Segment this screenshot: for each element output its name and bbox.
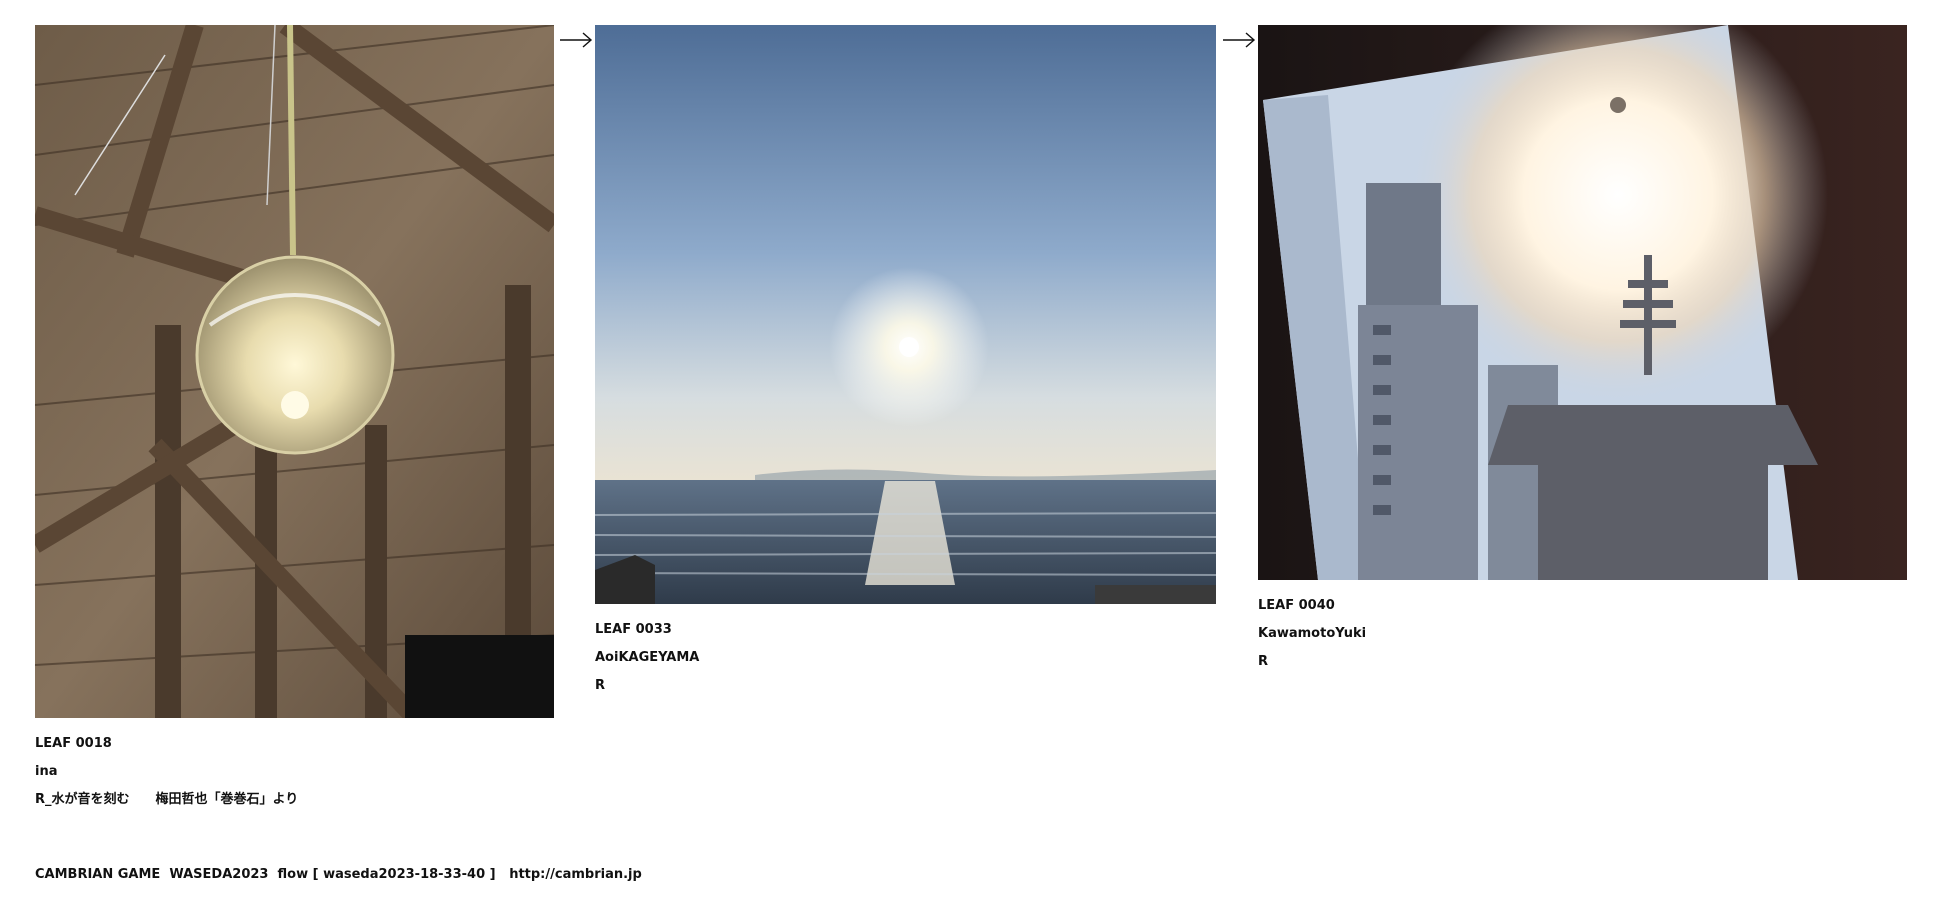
leaf-author[interactable]: ina [35,758,554,786]
leaf-id: LEAF 0018 [35,736,112,751]
leaf-author[interactable]: KawamotoYuki [1258,620,1907,648]
sunset-sea-image [595,25,1216,604]
right-arrow-icon [560,32,593,48]
pagoda-glare-image [1258,25,1907,580]
site-footer: CAMBRIAN GAME WASEDA2023 flow [ waseda20… [35,865,642,885]
cambrian-site-link[interactable]: http://cambrian.jp [509,867,642,882]
leaf-id: LEAF 0033 [595,622,672,637]
leaf-caption: R [595,678,606,693]
leaf-photo-sunset-sea[interactable] [595,25,1216,604]
leaf-id: LEAF 0040 [1258,598,1335,613]
footer-flow-text: CAMBRIAN GAME WASEDA2023 flow [ waseda20… [35,867,510,882]
leaf-author[interactable]: AoiKAGEYAMA [595,644,1216,672]
leaf-card-0033: LEAF 0033 AoiKAGEYAMA R [595,25,1216,700]
leaf-card-0040: LEAF 0040 KawamotoYuki R [1258,25,1907,676]
leaf-card-0018: LEAF 0018 ina R_水が音を刻む 梅田哲也「巻巻石」より [35,25,554,814]
right-arrow-icon [1223,32,1256,48]
leaf-photo-pagoda-glare[interactable] [1258,25,1907,580]
leaf-caption: R_水が音を刻む 梅田哲也「巻巻石」より [35,792,299,807]
leaf-photo-barn-lamp[interactable] [35,25,554,718]
leaf-caption: R [1258,654,1269,669]
barn-lamp-image [35,25,554,718]
